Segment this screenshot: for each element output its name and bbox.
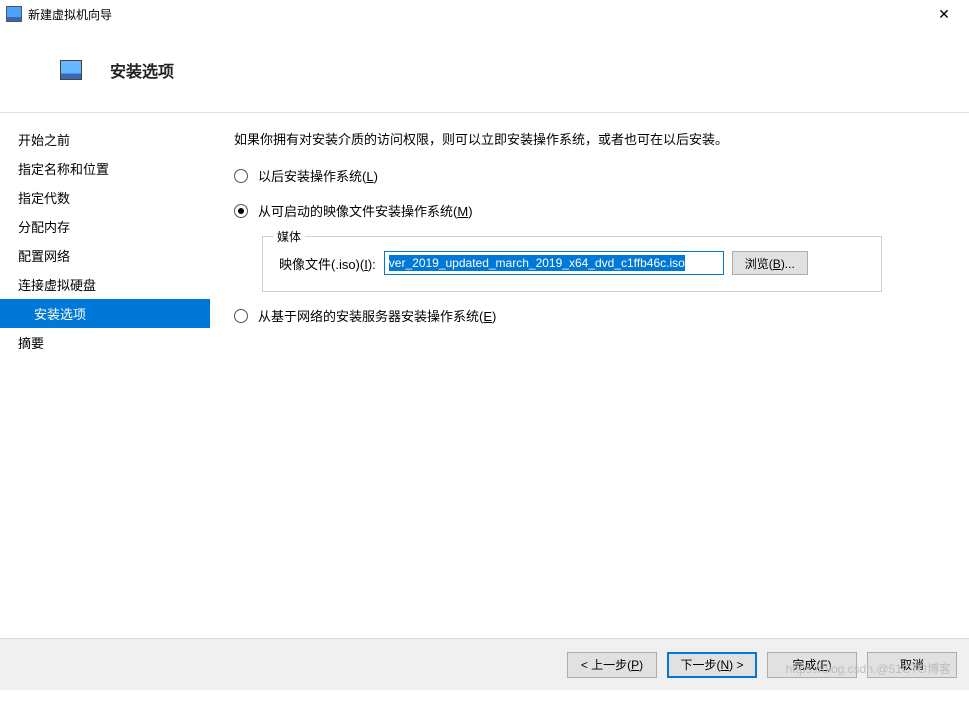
wizard-sidebar: 开始之前 指定名称和位置 指定代数 分配内存 配置网络 连接虚拟硬盘 安装选项 … [0, 113, 210, 638]
option-label: 从基于网络的安装服务器安装操作系统(E) [258, 306, 496, 325]
iso-label: 映像文件(.iso)(I): [279, 254, 376, 273]
window-title: 新建虚拟机向导 [28, 6, 112, 23]
wizard-main: 如果你拥有对安装介质的访问权限，则可以立即安装操作系统，或者也可在以后安装。 以… [210, 113, 969, 638]
cancel-button[interactable]: 取消 [867, 652, 957, 678]
finish-button[interactable]: 完成(F) [767, 652, 857, 678]
option-install-from-network[interactable]: 从基于网络的安装服务器安装操作系统(E) [234, 306, 953, 325]
sidebar-item-network[interactable]: 配置网络 [0, 241, 210, 270]
media-legend: 媒体 [273, 228, 305, 245]
sidebar-item-before-you-begin[interactable]: 开始之前 [0, 125, 210, 154]
radio-icon [234, 204, 248, 218]
sidebar-item-install-options[interactable]: 安装选项 [0, 299, 210, 328]
option-install-from-iso[interactable]: 从可启动的映像文件安装操作系统(M) [234, 201, 953, 220]
iso-path-value: ver_2019_updated_march_2019_x64_dvd_c1ff… [389, 255, 685, 271]
page-title: 安装选项 [110, 58, 174, 82]
iso-path-input[interactable]: ver_2019_updated_march_2019_x64_dvd_c1ff… [384, 251, 724, 275]
app-icon [6, 6, 22, 22]
intro-text: 如果你拥有对安装介质的访问权限，则可以立即安装操作系统，或者也可在以后安装。 [234, 129, 953, 148]
vm-icon [60, 60, 82, 80]
sidebar-item-memory[interactable]: 分配内存 [0, 212, 210, 241]
prev-button[interactable]: < 上一步(P) [567, 652, 657, 678]
close-button[interactable]: ✕ [923, 0, 965, 28]
sidebar-item-name-location[interactable]: 指定名称和位置 [0, 154, 210, 183]
sidebar-item-vhd[interactable]: 连接虚拟硬盘 [0, 270, 210, 299]
close-icon: ✕ [938, 6, 950, 23]
radio-icon [234, 169, 248, 183]
sidebar-item-summary[interactable]: 摘要 [0, 328, 210, 357]
next-button[interactable]: 下一步(N) > [667, 652, 757, 678]
browse-button[interactable]: 浏览(B)... [732, 251, 808, 275]
radio-icon [234, 309, 248, 323]
wizard-content: 开始之前 指定名称和位置 指定代数 分配内存 配置网络 连接虚拟硬盘 安装选项 … [0, 113, 969, 638]
wizard-footer: < 上一步(P) 下一步(N) > 完成(F) 取消 [0, 638, 969, 690]
media-fieldset: 媒体 映像文件(.iso)(I): ver_2019_updated_march… [262, 236, 882, 292]
option-install-later[interactable]: 以后安装操作系统(L) [234, 166, 953, 185]
option-label: 从可启动的映像文件安装操作系统(M) [258, 201, 473, 220]
sidebar-item-generation[interactable]: 指定代数 [0, 183, 210, 212]
option-label: 以后安装操作系统(L) [258, 166, 378, 185]
titlebar: 新建虚拟机向导 ✕ [0, 0, 969, 28]
wizard-header: 安装选项 [0, 28, 969, 112]
